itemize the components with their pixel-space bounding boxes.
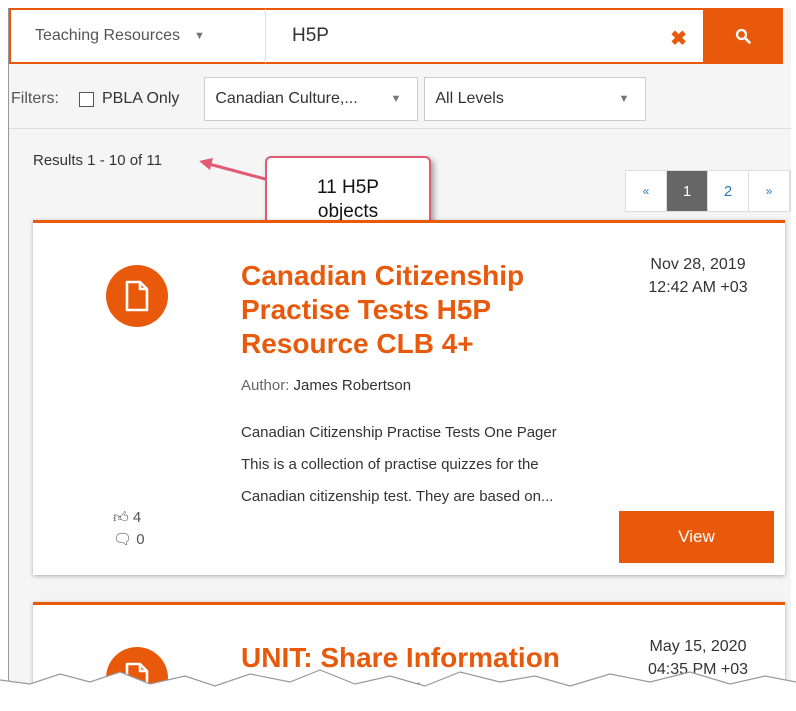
author-name: James Robertson (293, 377, 412, 394)
result-card: Canadian Citizenship Practise Tests H5P … (33, 220, 785, 575)
search-icon (735, 28, 751, 44)
author-label: Author: (241, 377, 290, 394)
search-bar: Teaching Resources ▼ H5P ✖ (9, 8, 791, 66)
filters-row: Filters: PBLA Only Canadian Culture,... … (9, 74, 791, 124)
category-select[interactable]: Teaching Resources ▼ (9, 8, 266, 64)
annotation-line-1: 11 H5P (317, 177, 379, 198)
clear-icon[interactable]: ✖ (670, 26, 687, 51)
pagination-next[interactable]: » (749, 171, 790, 211)
topic-select[interactable]: Canadian Culture,... ▼ (204, 77, 419, 121)
chevron-down-icon: ▼ (193, 30, 205, 42)
search-button[interactable] (703, 8, 783, 64)
level-select-value: All Levels (435, 90, 504, 107)
topic-select-value: Canadian Culture,... (215, 90, 358, 107)
document-icon (106, 265, 168, 327)
result-date-day: Nov 28, 2019 (650, 256, 746, 273)
thumbs-up-icon[interactable]: 👍︎ (113, 509, 129, 526)
result-date-day: May 15, 2020 (649, 638, 747, 655)
result-date-time: 12:42 AM +03 (648, 279, 748, 296)
chevron-down-icon: ▼ (390, 93, 402, 105)
result-date: Nov 28, 2019 12:42 AM +03 (623, 253, 773, 299)
pbla-label[interactable]: PBLA Only (102, 90, 179, 108)
likes-count: 4 (132, 509, 142, 526)
results-count: Results 1 - 10 of 11 (33, 152, 162, 169)
result-title[interactable]: Canadian Citizenship Practise Tests H5P … (241, 259, 581, 361)
chevron-down-icon: ▼ (618, 93, 630, 105)
search-input-value: H5P (292, 25, 329, 46)
pagination-prev[interactable]: « (626, 171, 667, 211)
filters-label: Filters: (11, 90, 59, 107)
category-select-value: Teaching Resources (35, 27, 180, 44)
level-select[interactable]: All Levels ▼ (424, 77, 647, 121)
pagination: « 1 2 » (625, 170, 791, 212)
pbla-checkbox[interactable] (79, 91, 94, 107)
result-stats: 👍︎ 4 🗨︎ 0 (113, 507, 145, 551)
comments-count: 0 (136, 531, 145, 548)
pagination-page-1[interactable]: 1 (667, 171, 708, 211)
comment-icon[interactable]: 🗨︎ (113, 531, 132, 548)
view-button[interactable]: View (619, 511, 774, 563)
app-frame: Teaching Resources ▼ H5P ✖ Filters: PBLA… (8, 8, 791, 708)
result-description: Canadian Citizenship Practise Tests One … (241, 424, 557, 505)
search-input[interactable]: H5P ✖ (266, 8, 703, 64)
pagination-page-2[interactable]: 2 (708, 171, 749, 211)
torn-edge (0, 669, 796, 711)
result-author: Author: James Robertson (241, 377, 411, 394)
divider (9, 128, 791, 129)
